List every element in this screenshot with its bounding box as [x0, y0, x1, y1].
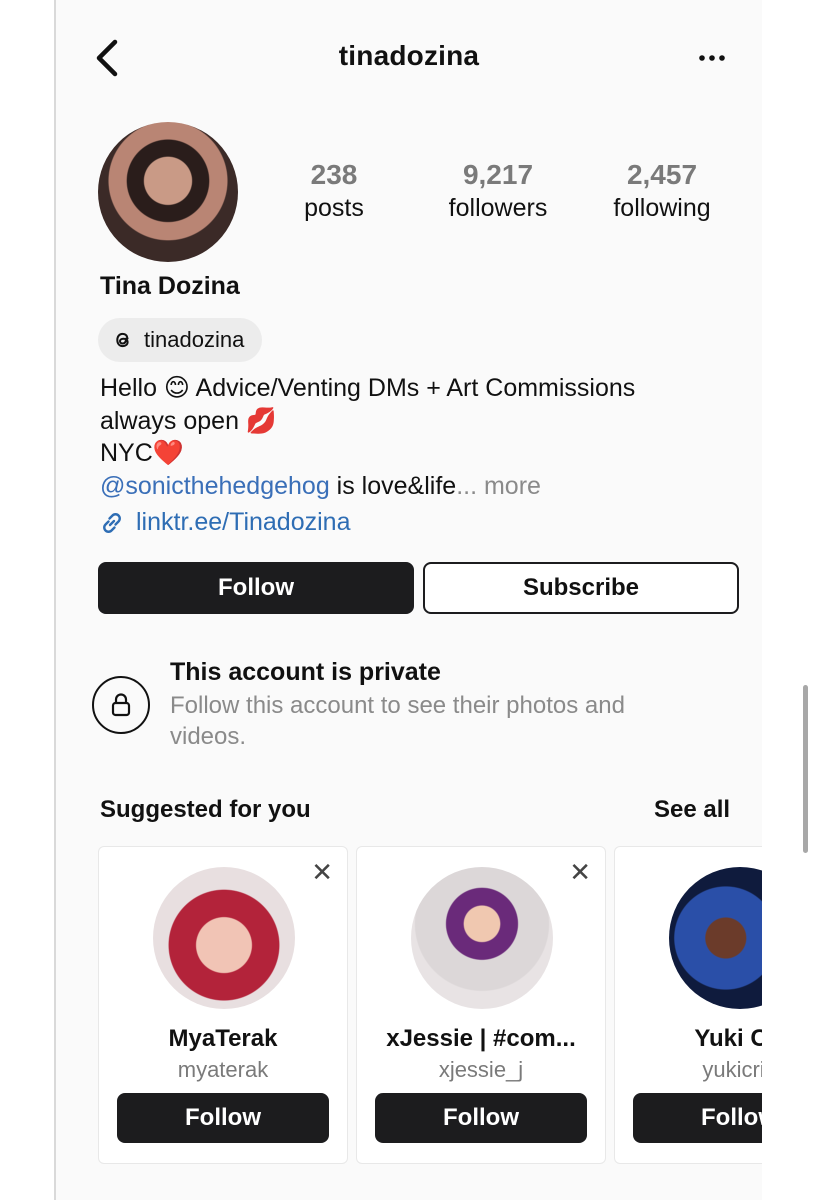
bio-mention-link[interactable]: @sonicthehedgehog	[100, 472, 330, 500]
suggestion-name: xJessie | #com...	[386, 1025, 576, 1052]
external-link-text: linktr.ee/Tinadozina	[136, 508, 351, 536]
threads-badge[interactable]: tinadozina	[98, 318, 263, 362]
bio-line-1: Hello 😊 Advice/Venting DMs + Art Commiss…	[100, 374, 636, 402]
bio: Hello 😊 Advice/Venting DMs + Art Commiss…	[100, 372, 720, 502]
display-name: Tina Dozina	[100, 272, 240, 300]
suggestion-handle: myaterak	[177, 1057, 269, 1082]
posts-label: posts	[304, 194, 364, 222]
followers-stat[interactable]: 9,217 followers	[423, 158, 573, 224]
suggestion-card[interactable]: ✕ xJessie | #com... xjessie_j Follow	[356, 846, 606, 1164]
threads-handle: tinadozina	[144, 327, 245, 352]
suggestion-card[interactable]: ✕ Yuki Cri yukicris Follow	[614, 846, 762, 1164]
scrollbar[interactable]	[803, 685, 808, 853]
dismiss-suggestion-icon[interactable]: ✕	[311, 859, 333, 885]
suggestion-handle: yukicris	[702, 1057, 762, 1082]
following-count: 2,457	[626, 159, 698, 190]
link-icon	[103, 512, 121, 533]
suggestion-name: MyaTerak	[168, 1025, 278, 1052]
lock-badge	[92, 676, 150, 734]
suggested-heading: Suggested for you	[100, 796, 311, 823]
following-stat[interactable]: 2,457 following	[587, 158, 737, 224]
bio-line-4: @sonicthehedgehog is love&life... more	[100, 470, 720, 503]
see-all-link[interactable]: See all	[654, 796, 730, 824]
followers-label: followers	[448, 194, 548, 222]
follow-button[interactable]: Follow	[98, 562, 414, 614]
suggestion-card[interactable]: ✕ MyaTerak myaterak Follow	[98, 846, 348, 1164]
more-dots-icon	[699, 55, 725, 61]
suggestion-name: Yuki Cri	[694, 1025, 762, 1052]
dismiss-suggestion-icon[interactable]: ✕	[569, 859, 591, 885]
bio-line-4-text: is love&life	[329, 471, 457, 500]
profile-avatar[interactable]	[98, 122, 238, 262]
following-label: following	[613, 194, 711, 222]
bio-more-link[interactable]: more	[484, 472, 541, 500]
subscribe-button[interactable]: Subscribe	[423, 562, 739, 614]
followers-count: 9,217	[462, 159, 534, 190]
bio-line-3: NYC❤️	[100, 439, 184, 467]
suggestion-follow-button[interactable]: Follow	[633, 1093, 762, 1143]
suggestion-avatar[interactable]	[411, 867, 553, 1009]
suggestion-follow-button[interactable]: Follow	[375, 1093, 587, 1143]
suggestion-avatar[interactable]	[153, 867, 295, 1009]
threads-icon	[116, 332, 129, 348]
private-account-subtitle: Follow this account to see their photos …	[170, 692, 625, 750]
posts-count: 238	[310, 159, 358, 190]
private-account-title: This account is private	[170, 658, 441, 686]
bio-ellipsis: ...	[456, 471, 478, 500]
more-options-button[interactable]	[692, 44, 732, 72]
bio-line-2: always open 💋	[100, 406, 278, 435]
header-username: tinadozina	[338, 40, 480, 71]
lock-icon	[111, 693, 131, 717]
suggestion-handle: xjessie_j	[438, 1057, 524, 1082]
posts-stat[interactable]: 238 posts	[259, 158, 409, 224]
suggestion-avatar[interactable]	[669, 867, 762, 1009]
suggestion-follow-button[interactable]: Follow	[117, 1093, 329, 1143]
external-link[interactable]: linktr.ee/Tinadozina	[98, 508, 350, 537]
profile-screen: tinadozina 238 posts 9,217 followers 2,4…	[54, 0, 762, 1200]
